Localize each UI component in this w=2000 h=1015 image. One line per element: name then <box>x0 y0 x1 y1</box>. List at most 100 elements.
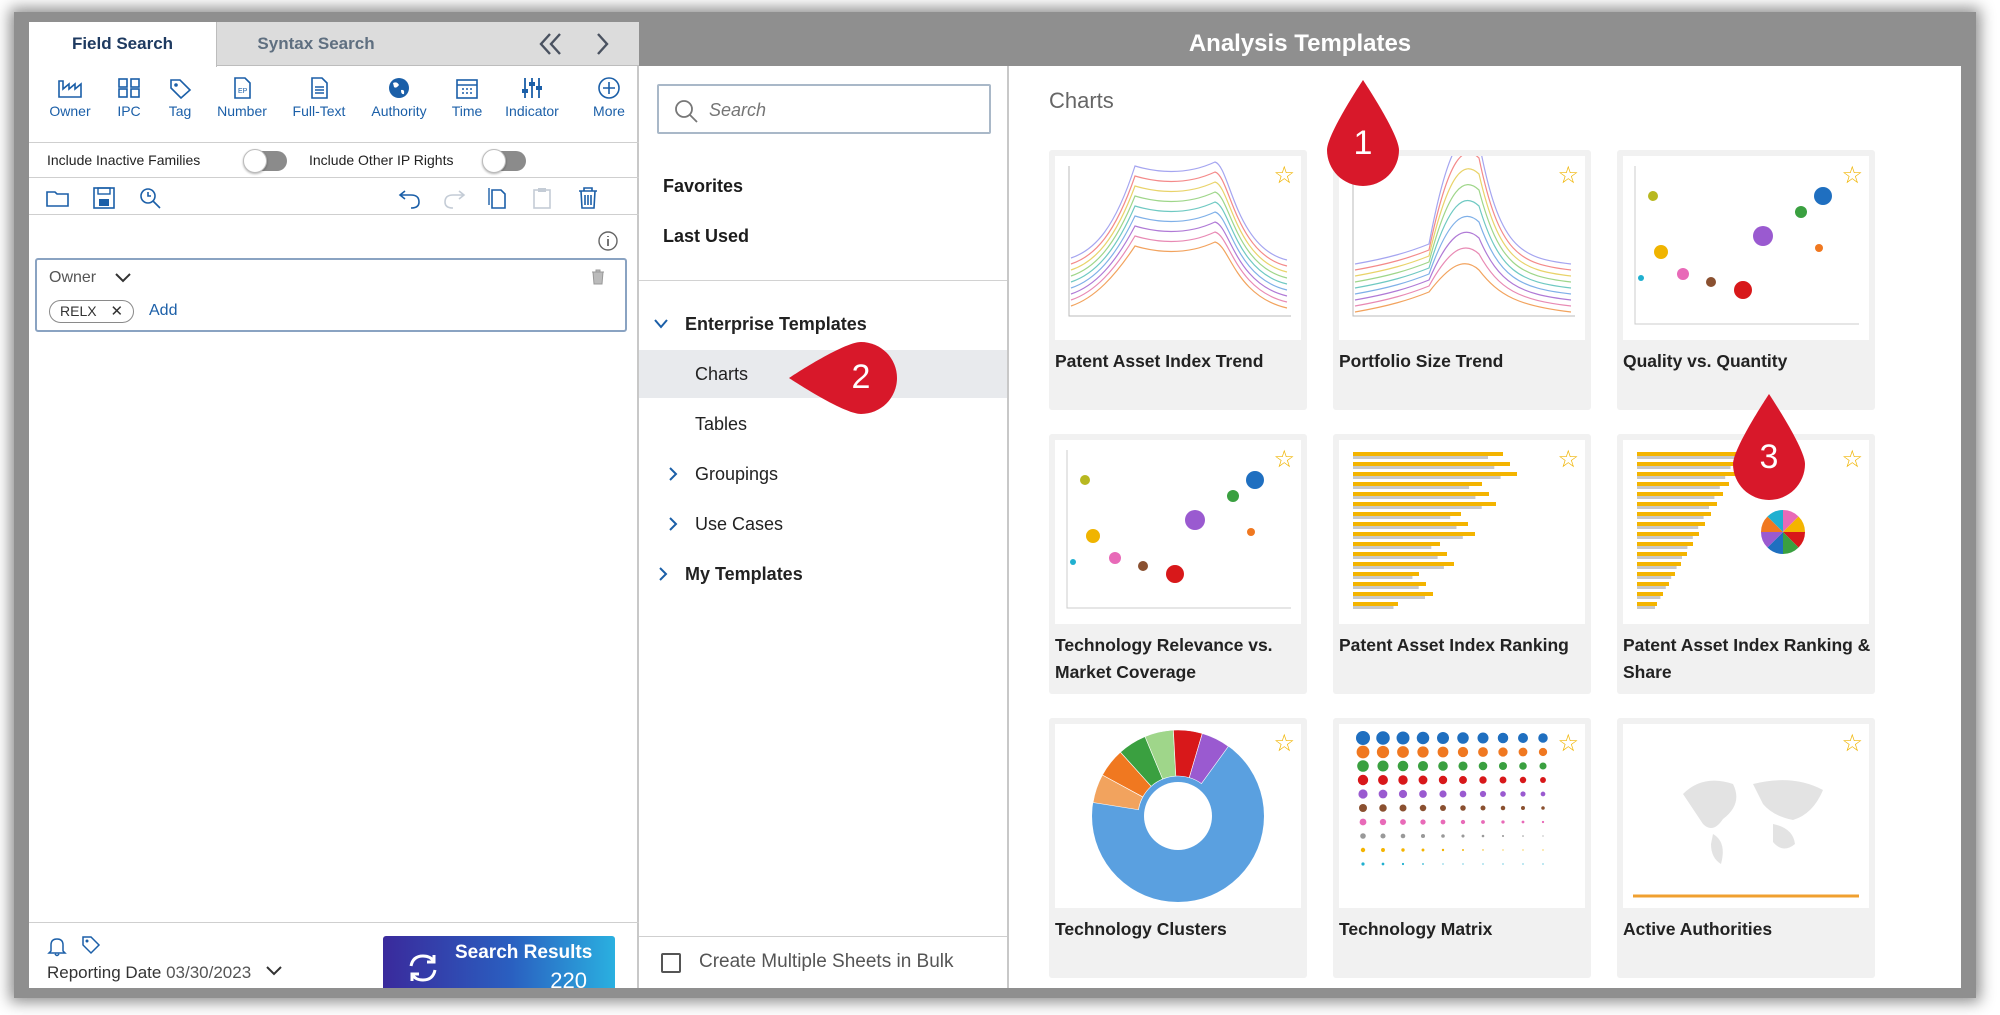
screenshot-frame: Field Search Syntax Search Owner IPC Tag <box>0 0 2000 1015</box>
reporting-date-value: 03/30/2023 <box>166 963 252 982</box>
tool-label: Indicator <box>505 103 559 119</box>
template-card[interactable]: ☆ Active Authorities <box>1617 718 1875 978</box>
search-results-button[interactable]: Search Results 220 <box>383 936 615 988</box>
tree-label: Groupings <box>695 464 779 484</box>
open-folder-icon[interactable] <box>45 185 71 211</box>
left-footer: Reporting Date 03/30/2023 Search Results… <box>29 922 639 988</box>
document-text-icon <box>311 77 328 99</box>
template-card-title: Technology Matrix <box>1339 919 1493 939</box>
owner-chevron-down-icon[interactable] <box>113 270 133 286</box>
sliders-icon <box>522 78 542 98</box>
bell-icon[interactable] <box>47 935 67 957</box>
tool-owner[interactable]: Owner <box>45 77 95 119</box>
inactive-families-label: Include Inactive Families <box>47 152 201 168</box>
template-card[interactable]: ☆ Technology Clusters <box>1049 718 1307 978</box>
copy-icon[interactable] <box>485 185 511 211</box>
template-card-title: Patent Asset Index Ranking <box>1339 635 1569 655</box>
info-icon[interactable] <box>597 230 619 252</box>
other-ip-label: Include Other IP Rights <box>309 152 454 168</box>
template-search-input[interactable] <box>709 96 979 124</box>
favorite-star-icon[interactable]: ☆ <box>1273 448 1295 472</box>
chart-thumbnail <box>1623 724 1869 908</box>
tree-groupings[interactable]: Groupings <box>639 450 1007 498</box>
chevron-down-icon <box>654 319 668 329</box>
tag-icon <box>170 79 192 99</box>
tool-label: More <box>593 103 625 119</box>
chevron-right-icon <box>659 567 668 581</box>
tab-field-search[interactable]: Field Search <box>29 22 217 67</box>
bulk-row: Create Multiple Sheets in Bulk <box>639 936 1007 988</box>
favorites-item[interactable]: Favorites <box>663 176 743 197</box>
owner-chip: RELX ✕ <box>49 300 135 323</box>
tool-full-text[interactable]: Full-Text <box>285 77 353 119</box>
template-nav: Favorites Last Used Enterprise Templates… <box>639 66 1009 988</box>
tree-my-templates[interactable]: My Templates <box>639 550 1007 598</box>
favorite-star-icon[interactable]: ☆ <box>1557 164 1579 188</box>
globe-icon <box>389 78 409 98</box>
template-card[interactable]: ☆ Portfolio Size Trend <box>1333 136 1591 410</box>
tab-syntax-search[interactable]: Syntax Search <box>217 22 415 66</box>
tree-use-cases[interactable]: Use Cases <box>639 500 1007 548</box>
tool-ipc[interactable]: IPC <box>109 77 149 119</box>
history-search-icon[interactable] <box>137 185 163 211</box>
favorite-star-icon[interactable]: ☆ <box>1841 448 1863 472</box>
tool-indicator[interactable]: Indicator <box>499 77 565 119</box>
chart-thumbnail <box>1623 156 1869 340</box>
tool-authority[interactable]: Authority <box>363 77 435 119</box>
search-icon <box>675 100 698 123</box>
tool-more[interactable]: More <box>589 77 629 119</box>
tool-number[interactable]: EP Number <box>211 77 273 119</box>
template-card[interactable]: ☆ Quality vs. Quantity <box>1617 150 1875 410</box>
tool-time[interactable]: Time <box>447 77 487 119</box>
template-card-title: Patent Asset Index Trend <box>1055 351 1264 371</box>
add-owner-link[interactable]: Add <box>149 302 177 320</box>
action-toolbar <box>29 179 639 215</box>
tag-icon[interactable] <box>81 935 101 957</box>
tool-label: Full-Text <box>292 103 346 119</box>
trash-icon[interactable] <box>575 185 601 211</box>
chart-thumbnail <box>1055 156 1301 340</box>
collapse-left-icon[interactable] <box>534 28 568 60</box>
favorite-star-icon[interactable]: ☆ <box>1841 164 1863 188</box>
refresh-icon <box>409 954 437 982</box>
tool-label: Time <box>451 103 483 119</box>
svg-text:EP: EP <box>238 88 248 95</box>
other-ip-toggle[interactable] <box>482 149 526 173</box>
inactive-families-toggle[interactable] <box>243 149 287 173</box>
favorite-star-icon[interactable]: ☆ <box>1557 448 1579 472</box>
paste-icon <box>529 185 555 211</box>
tree-label: Use Cases <box>695 514 784 534</box>
callout-2: 2 <box>789 340 899 416</box>
bulk-label: Create Multiple Sheets in Bulk <box>699 951 954 972</box>
app-window: Field Search Syntax Search Owner IPC Tag <box>29 22 1961 988</box>
owner-field-label: Owner <box>49 269 97 286</box>
chip-close-icon[interactable]: ✕ <box>110 303 123 320</box>
template-card[interactable]: ☆ Patent Asset Index Ranking <box>1333 434 1591 694</box>
toggle-row: Include Inactive Families Include Other … <box>29 144 639 178</box>
grid-icon <box>118 78 140 98</box>
template-card[interactable]: ☆ Patent Asset Index Trend <box>1049 150 1307 410</box>
tool-tag[interactable]: Tag <box>162 77 198 119</box>
bulk-checkbox[interactable] <box>661 953 681 973</box>
favorite-star-icon[interactable]: ☆ <box>1273 732 1295 756</box>
page-title: Analysis Templates <box>1188 30 1412 57</box>
chevron-down-icon <box>266 966 282 976</box>
search-results-label: Search Results <box>455 942 593 963</box>
chart-thumbnail <box>1055 724 1301 908</box>
owner-delete-icon[interactable] <box>589 268 607 286</box>
template-card[interactable]: ☆ Technology Matrix <box>1333 718 1591 978</box>
template-card[interactable]: ☆ Technology Relevance vs. Market Coverag… <box>1049 434 1307 694</box>
search-tabs: Field Search Syntax Search <box>29 22 639 67</box>
favorite-star-icon[interactable]: ☆ <box>1273 164 1295 188</box>
reporting-date[interactable]: Reporting Date 03/30/2023 <box>47 963 284 983</box>
favorite-star-icon[interactable]: ☆ <box>1841 732 1863 756</box>
document-number-icon: EP <box>234 77 251 99</box>
search-panel: Field Search Syntax Search Owner IPC Tag <box>29 22 639 988</box>
chevron-right-icon[interactable] <box>585 28 619 60</box>
save-icon[interactable] <box>91 185 117 211</box>
last-used-item[interactable]: Last Used <box>663 226 749 247</box>
undo-icon[interactable] <box>397 185 423 211</box>
favorite-star-icon[interactable]: ☆ <box>1557 732 1579 756</box>
chart-thumbnail <box>1339 440 1585 624</box>
chart-thumbnail <box>1055 440 1301 624</box>
